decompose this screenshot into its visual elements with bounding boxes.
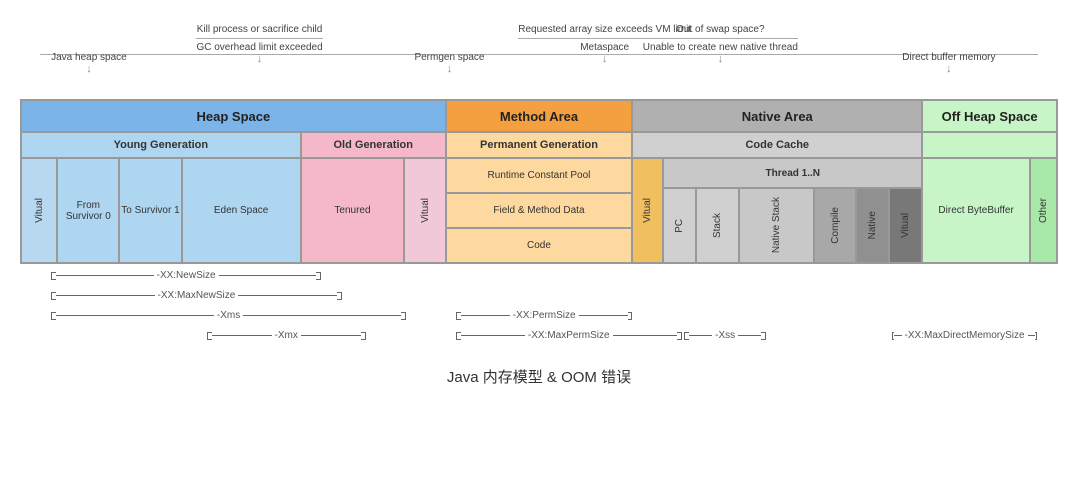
sub-header-row: Young Generation Old Generation Permanen… [21, 132, 1057, 158]
permsize-label: -XX:PermSize [510, 310, 579, 321]
measure-line [738, 335, 761, 336]
offheap-detail: Direct ByteBuffer Other [922, 158, 1057, 263]
virtual-young: Vitual [21, 158, 57, 263]
page-title: Java 内存模型 & OOM 错误 [20, 366, 1058, 387]
permgen-header: Permanent Generation [446, 132, 632, 158]
maxnewsize-label: -XX:MaxNewSize [155, 290, 239, 301]
measure-line [56, 295, 155, 296]
measure-line [56, 315, 214, 316]
bracket-right [361, 332, 366, 340]
detail-row: Vitual From Survivor 0 To Survivor 1 Ede… [21, 158, 1057, 263]
bracket-right [761, 332, 766, 340]
measure-line [579, 315, 628, 316]
main-container: Java heap space ↓ Kill process or sacrif… [0, 0, 1078, 407]
memory-diagram: Heap Space Method Area Native Area Off H… [20, 99, 1058, 264]
native-cell: Native [856, 188, 889, 263]
young-gen-header: Young Generation [21, 132, 301, 158]
oom-directbuffer: Direct buffer memory ↓ [902, 50, 995, 75]
measure-line [238, 295, 337, 296]
code: Code [446, 228, 632, 263]
measure-line [1028, 335, 1036, 336]
bracket-right [316, 272, 321, 280]
tenured: Tenured [301, 158, 405, 263]
measure-line [613, 335, 677, 336]
direct-bytebuffer: Direct ByteBuffer [922, 158, 1030, 263]
offheap-sub [922, 132, 1057, 158]
maxpermsize-label: -XX:MaxPermSize [525, 330, 613, 341]
native-stack: Native Stack [739, 188, 814, 263]
measure-newsize: -XX:NewSize [20, 270, 1058, 290]
oom-killprocess: Kill process or sacrifice child GC overh… [196, 24, 322, 65]
to-survivor: To Survivor 1 [119, 158, 181, 263]
xms-label: -Xms [214, 310, 243, 321]
measure-line [243, 315, 401, 316]
bracket-right [677, 332, 682, 340]
oom-labels-section: Java heap space ↓ Kill process or sacrif… [20, 10, 1058, 95]
virtual-old: Vitual [404, 158, 445, 263]
codecache-header: Code Cache [632, 132, 922, 158]
bracket-right [401, 312, 406, 320]
field-method-data: Field & Method Data [446, 193, 632, 228]
thread-header: Thread 1..N [663, 158, 922, 188]
eden-space: Eden Space [182, 158, 301, 263]
oom-javaheap: Java heap space ↓ [51, 50, 127, 75]
runtime-const-pool: Runtime Constant Pool [446, 158, 632, 193]
newsize-label: -XX:NewSize [154, 270, 219, 281]
measure-line [461, 315, 510, 316]
measure-line [461, 335, 525, 336]
measurements-section: -XX:NewSize -XX:MaxNewSize -Xms [20, 270, 1058, 350]
bracket-right [628, 312, 633, 320]
offheap-header: Off Heap Space [922, 100, 1057, 132]
measure-line [212, 335, 272, 336]
measure-xms-permsize: -Xms -XX:PermSize [20, 310, 1058, 330]
maxdirect-label: -XX:MaxDirectMemorySize [902, 330, 1028, 341]
measure-line [219, 275, 317, 276]
measure-line [689, 335, 712, 336]
measure-line [301, 335, 361, 336]
method-detail: Runtime Constant Pool Field & Method Dat… [446, 158, 632, 263]
virtual-method: Vitual [632, 158, 663, 263]
method-area-header: Method Area [446, 100, 632, 132]
native-area-header: Native Area [632, 100, 922, 132]
virtual-native: Vitual [889, 188, 922, 263]
measure-line [56, 275, 154, 276]
measure-xmx-maxperm-xss-maxdirect: -Xmx -XX:MaxPermSize -Xss [20, 330, 1058, 350]
compile: Compile [814, 188, 856, 263]
measure-maxnewsize: -XX:MaxNewSize [20, 290, 1058, 310]
bracket-right [1035, 332, 1037, 340]
xmx-label: -Xmx [272, 330, 301, 341]
native-detail: Thread 1..N PC Stack Native Stack Compil… [663, 158, 922, 263]
xss-label: -Xss [712, 330, 738, 341]
heap-space-header: Heap Space [21, 100, 446, 132]
stack: Stack [696, 188, 738, 263]
pc: PC [663, 188, 696, 263]
measure-line [894, 335, 902, 336]
other: Other [1030, 158, 1057, 263]
old-gen-header: Old Generation [301, 132, 446, 158]
oom-nativethread: Out of swap space? Unable to create new … [643, 24, 798, 65]
oom-permgen: Permgen space ↓ [414, 50, 484, 75]
thread-sub-row: PC Stack Native Stack Compile Native [663, 188, 922, 263]
header-row: Heap Space Method Area Native Area Off H… [21, 100, 1057, 132]
from-survivor: From Survivor 0 [57, 158, 119, 263]
bracket-right [337, 292, 342, 300]
